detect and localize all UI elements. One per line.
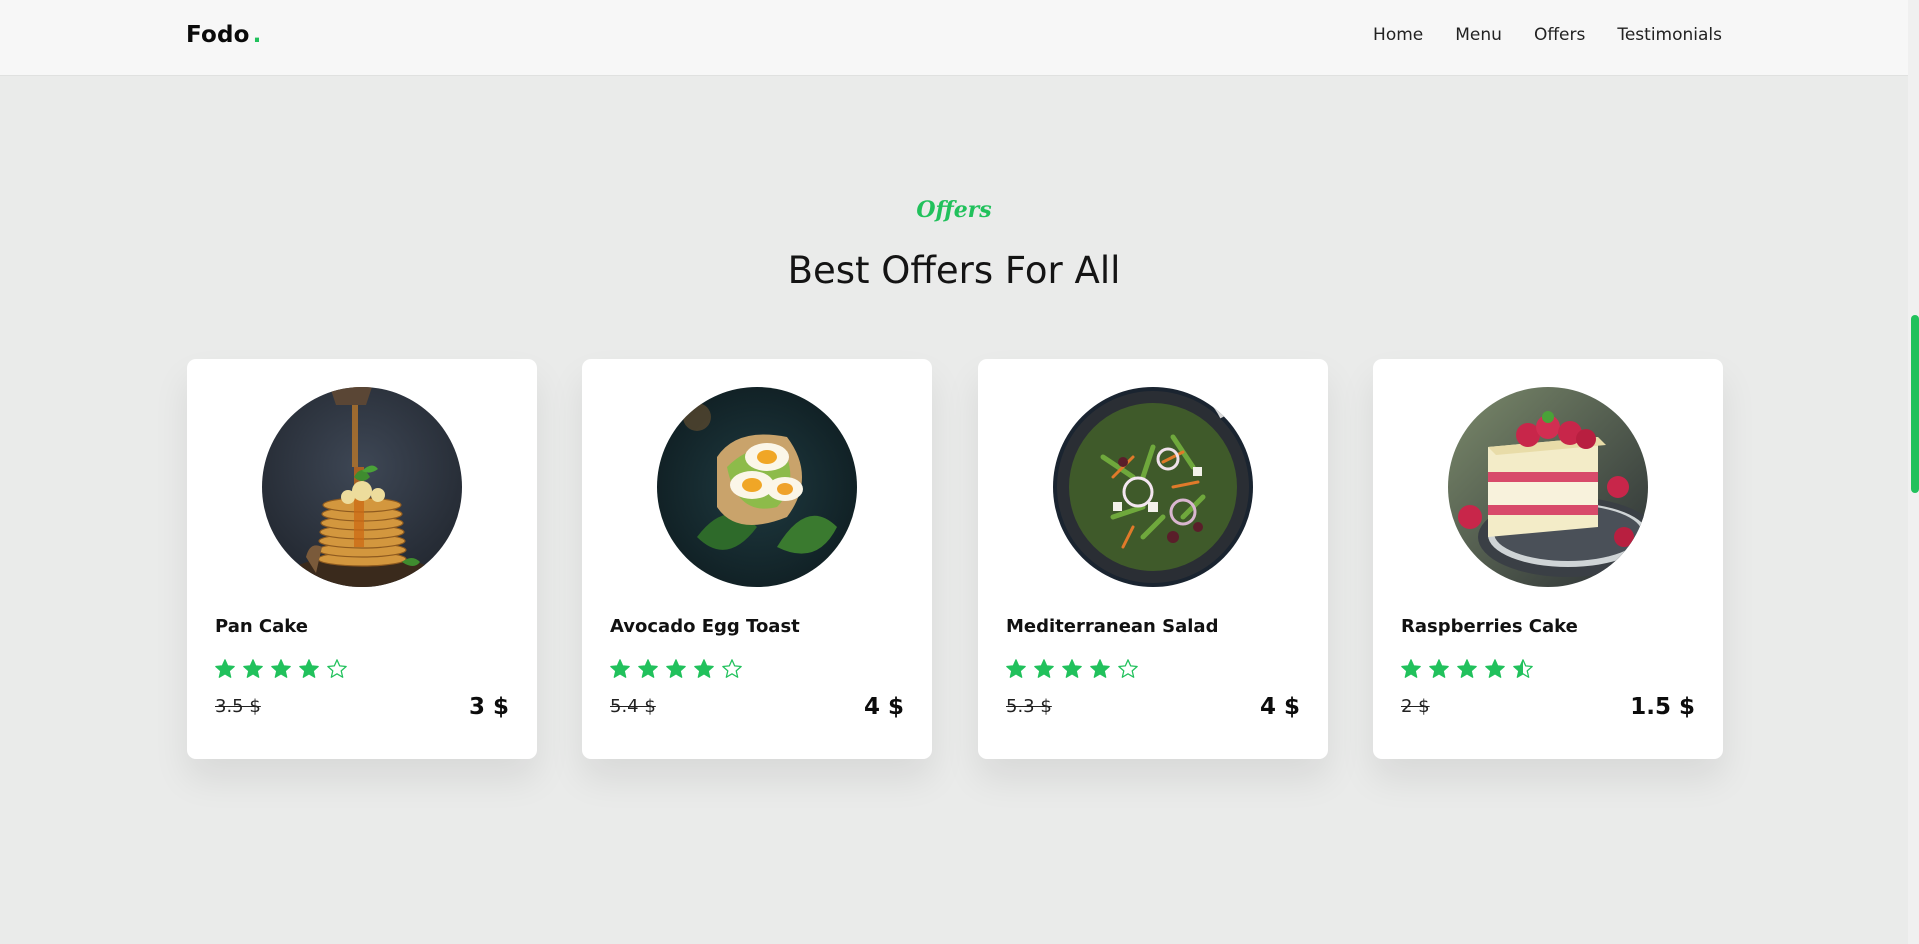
scrollbar-thumb[interactable] [1911, 315, 1919, 493]
star-filled-icon [694, 659, 714, 678]
old-price: 5.4 $ [610, 696, 656, 717]
star-filled-icon [610, 659, 630, 678]
site-header: Fodo. Home Menu Offers Testimonials [0, 0, 1908, 75]
current-price: 3 $ [468, 694, 509, 720]
star-filled-icon [1457, 659, 1477, 678]
star-filled-icon [1006, 659, 1026, 678]
nav-menu[interactable]: Menu [1455, 25, 1502, 45]
star-filled-icon [1485, 659, 1505, 678]
current-price: 4 $ [863, 694, 904, 720]
star-filled-icon [1429, 659, 1449, 678]
card-title: Mediterranean Salad [1006, 616, 1219, 637]
old-price: 3.5 $ [215, 696, 261, 717]
star-half-icon [1513, 659, 1533, 678]
star-empty-icon [722, 659, 742, 678]
rating-stars [1005, 658, 1145, 680]
current-price: 4 $ [1259, 694, 1300, 720]
rating-stars [609, 658, 749, 680]
card-title: Raspberries Cake [1401, 616, 1578, 637]
nav-offers[interactable]: Offers [1534, 25, 1585, 45]
pancake-stack-photo [262, 387, 462, 587]
offers-grid: Pan Cake 3.5 $ 3 $ Avocado Egg Toast 5.4… [187, 359, 1724, 759]
old-price: 5.3 $ [1006, 696, 1052, 717]
logo[interactable]: Fodo. [186, 22, 262, 48]
star-empty-icon [327, 659, 347, 678]
current-price: 1.5 $ [1630, 694, 1695, 720]
rating-stars [1400, 658, 1540, 680]
offer-card[interactable]: Mediterranean Salad 5.3 $ 4 $ [978, 359, 1328, 759]
star-filled-icon [215, 659, 235, 678]
star-filled-icon [299, 659, 319, 678]
rating-stars [214, 658, 354, 680]
star-filled-icon [1090, 659, 1110, 678]
logo-text: Fodo [186, 22, 250, 48]
star-filled-icon [1401, 659, 1421, 678]
star-empty-icon [1118, 659, 1138, 678]
star-filled-icon [1034, 659, 1054, 678]
nav-testimonials[interactable]: Testimonials [1617, 25, 1722, 45]
logo-dot: . [252, 22, 262, 48]
main-nav: Home Menu Offers Testimonials [1341, 25, 1722, 45]
page-scrollbar[interactable] [1908, 0, 1919, 944]
star-filled-icon [666, 659, 686, 678]
section-subtitle: Offers [916, 197, 992, 223]
raspberry-cake-photo [1448, 387, 1648, 587]
star-filled-icon [271, 659, 291, 678]
section-title: Best Offers For All [787, 249, 1121, 292]
card-title: Pan Cake [215, 616, 308, 637]
offer-card[interactable]: Pan Cake 3.5 $ 3 $ [187, 359, 537, 759]
star-filled-icon [638, 659, 658, 678]
star-filled-icon [243, 659, 263, 678]
star-filled-icon [1062, 659, 1082, 678]
avocado-egg-toast-photo [657, 387, 857, 587]
offer-card[interactable]: Raspberries Cake 2 $ 1.5 $ [1373, 359, 1723, 759]
mediterranean-salad-photo [1053, 387, 1253, 587]
nav-home[interactable]: Home [1373, 25, 1423, 45]
offer-card[interactable]: Avocado Egg Toast 5.4 $ 4 $ [582, 359, 932, 759]
card-title: Avocado Egg Toast [610, 616, 800, 637]
old-price: 2 $ [1401, 696, 1430, 717]
